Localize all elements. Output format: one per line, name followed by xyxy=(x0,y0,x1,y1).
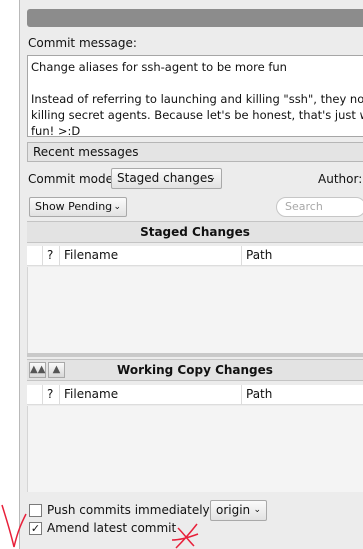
red-cross-annotation xyxy=(171,523,199,549)
red-check-annotation xyxy=(1,504,27,548)
annotation-marks xyxy=(1,504,199,549)
